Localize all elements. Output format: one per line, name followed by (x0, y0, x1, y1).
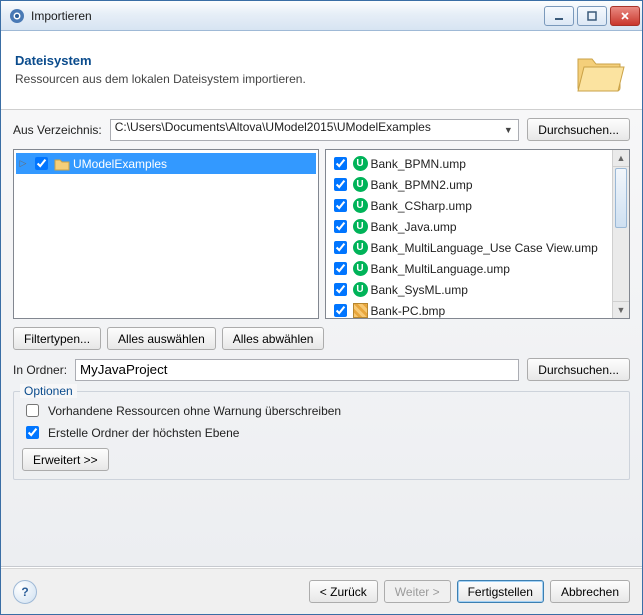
file-row[interactable]: UBank_BPMN2.ump (328, 174, 611, 195)
file-label: Bank_Java.ump (371, 220, 457, 234)
file-checkbox[interactable] (334, 199, 347, 212)
overwrite-label: Vorhandene Ressourcen ohne Warnung übers… (48, 404, 341, 418)
topfolder-checkbox[interactable] (26, 426, 39, 439)
window-title: Importieren (31, 9, 544, 23)
overwrite-checkbox[interactable] (26, 404, 39, 417)
import-dialog: Importieren Dateisystem Ressourcen aus d… (0, 0, 643, 615)
file-row[interactable]: UBank_SysML.ump (328, 279, 611, 300)
file-row[interactable]: UBank_MultiLanguage.ump (328, 258, 611, 279)
file-checkbox[interactable] (334, 304, 347, 317)
folder-open-icon (572, 41, 628, 97)
browse-destination-button[interactable]: Durchsuchen... (527, 358, 630, 381)
file-list-pane[interactable]: UBank_BPMN.umpUBank_BPMN2.umpUBank_CShar… (325, 149, 631, 319)
scroll-thumb[interactable] (615, 168, 627, 228)
file-label: Bank_CSharp.ump (371, 199, 472, 213)
file-checkbox[interactable] (334, 220, 347, 233)
file-row[interactable]: UBank_MultiLanguage_Use Case View.ump (328, 237, 611, 258)
file-label: Bank_SysML.ump (371, 283, 468, 297)
scroll-up-icon[interactable]: ▲ (613, 150, 629, 167)
file-row[interactable]: Bank-PC.bmp (328, 300, 611, 318)
destination-label: In Ordner: (13, 363, 67, 377)
maximize-button[interactable] (577, 6, 607, 26)
file-label: Bank_MultiLanguage_Use Case View.ump (371, 241, 598, 255)
cancel-button[interactable]: Abbrechen (550, 580, 630, 603)
directory-value: C:\Users\Documents\Altova\UModel2015\UMo… (115, 120, 431, 134)
directory-label: Aus Verzeichnis: (13, 123, 102, 137)
chevron-down-icon[interactable]: ▼ (500, 122, 516, 138)
titlebar[interactable]: Importieren (1, 1, 642, 31)
deselect-all-button[interactable]: Alles abwählen (222, 327, 325, 350)
banner-subtitle: Ressourcen aus dem lokalen Dateisystem i… (15, 72, 572, 86)
tree-item-label: UModelExamples (73, 157, 167, 171)
expand-icon[interactable]: ▷ (18, 158, 28, 169)
file-label: Bank_BPMN.ump (371, 157, 466, 171)
minimize-button[interactable] (544, 6, 574, 26)
destination-field[interactable] (75, 359, 519, 381)
ump-file-icon: U (353, 156, 368, 171)
next-button[interactable]: Weiter > (384, 580, 451, 603)
options-legend: Optionen (20, 384, 77, 398)
file-checkbox[interactable] (334, 283, 347, 296)
file-label: Bank-PC.bmp (371, 304, 446, 318)
folder-tree-pane[interactable]: ▷ UModelExamples (13, 149, 319, 319)
ump-file-icon: U (353, 198, 368, 213)
ump-file-icon: U (353, 261, 368, 276)
footer: ? < Zurück Weiter > Fertigstellen Abbrec… (1, 568, 642, 614)
ump-file-icon: U (353, 177, 368, 192)
ump-file-icon: U (353, 219, 368, 234)
scroll-down-icon[interactable]: ▼ (613, 301, 629, 318)
browse-directory-button[interactable]: Durchsuchen... (527, 118, 630, 141)
file-row[interactable]: UBank_BPMN.ump (328, 153, 611, 174)
options-group: Optionen Vorhandene Ressourcen ohne Warn… (13, 391, 630, 480)
banner: Dateisystem Ressourcen aus dem lokalen D… (1, 31, 642, 110)
file-checkbox[interactable] (334, 262, 347, 275)
file-row[interactable]: UBank_Java.ump (328, 216, 611, 237)
directory-combo[interactable]: C:\Users\Documents\Altova\UModel2015\UMo… (110, 119, 520, 141)
app-icon (9, 8, 25, 24)
file-label: Bank_BPMN2.ump (371, 178, 473, 192)
file-checkbox[interactable] (334, 157, 347, 170)
tree-item[interactable]: ▷ UModelExamples (16, 153, 316, 174)
window-controls (544, 6, 640, 26)
file-label: Bank_MultiLanguage.ump (371, 262, 510, 276)
ump-file-icon: U (353, 240, 368, 255)
finish-button[interactable]: Fertigstellen (457, 580, 544, 603)
tree-checkbox[interactable] (35, 157, 48, 170)
back-button[interactable]: < Zurück (309, 580, 378, 603)
file-row[interactable]: UBank_CSharp.ump (328, 195, 611, 216)
directory-row: Aus Verzeichnis: C:\Users\Documents\Alto… (13, 118, 630, 141)
ump-file-icon: U (353, 282, 368, 297)
banner-heading: Dateisystem (15, 53, 572, 68)
destination-row: In Ordner: Durchsuchen... (13, 358, 630, 381)
folder-icon (54, 157, 70, 171)
topfolder-label: Erstelle Ordner der höchsten Ebene (48, 426, 239, 440)
select-all-button[interactable]: Alles auswählen (107, 327, 216, 350)
file-checkbox[interactable] (334, 178, 347, 191)
advanced-button[interactable]: Erweitert >> (22, 448, 109, 471)
file-checkbox[interactable] (334, 241, 347, 254)
file-list-scrollbar[interactable]: ▲ ▼ (612, 150, 629, 318)
close-button[interactable] (610, 6, 640, 26)
bmp-file-icon (353, 303, 368, 318)
help-icon[interactable]: ? (13, 580, 37, 604)
filter-types-button[interactable]: Filtertypen... (13, 327, 101, 350)
